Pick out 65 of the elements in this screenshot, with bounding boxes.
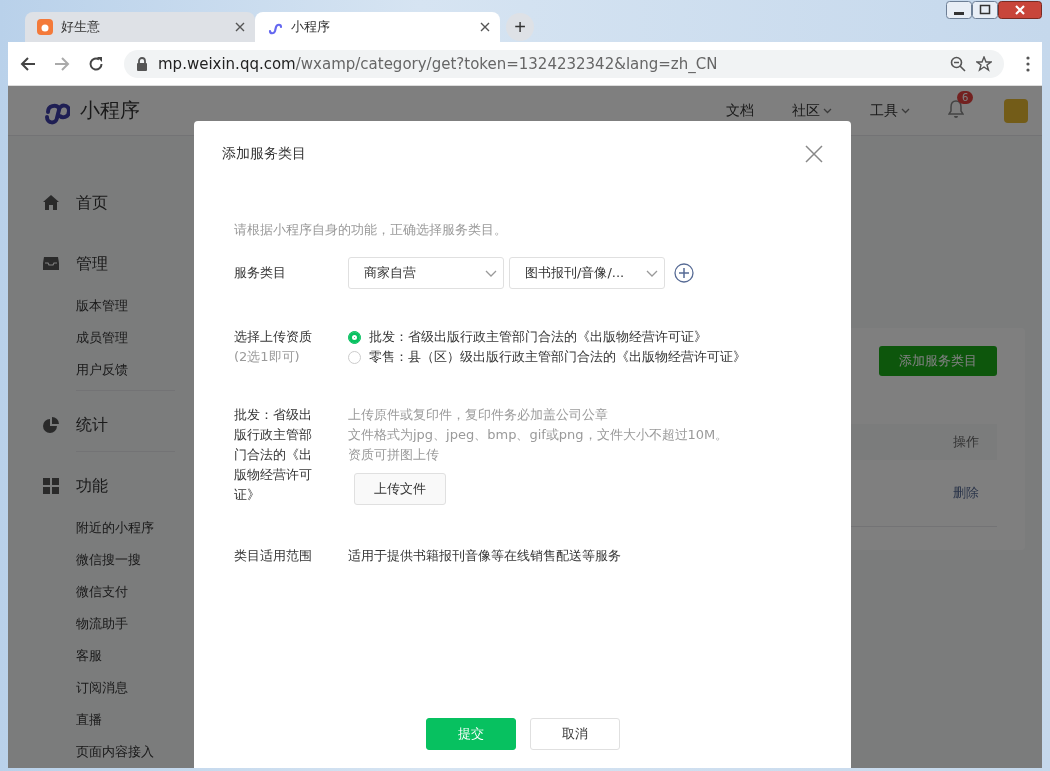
add-icon[interactable] [674, 263, 694, 283]
cancel-button[interactable]: 取消 [529, 718, 620, 750]
logo-text[interactable]: 小程序 [80, 97, 140, 124]
sidebar-item[interactable]: 物流助手 [76, 608, 195, 640]
sidebar-item[interactable]: 订阅消息 [76, 672, 195, 704]
bell-icon[interactable] [948, 99, 964, 118]
sidebar-item[interactable]: 微信支付 [76, 576, 195, 608]
sidebar-section[interactable]: 统计 [76, 414, 108, 436]
radio-label[interactable]: 零售：县（区）级出版行政主管部门合法的《出版物经营许可证》 [369, 347, 746, 367]
reload-icon[interactable] [88, 55, 104, 72]
radio-label[interactable]: 批发：省级出版行政主管部门合法的《出版物经营许可证》 [369, 327, 707, 347]
sidebar-section[interactable]: 功能 [76, 475, 108, 497]
address-field[interactable]: mp.weixin.qq.com/wxamp/category/get?token=1324232342&lang=zh_CN [124, 49, 1004, 78]
nav-link[interactable]: 文档 [726, 101, 754, 120]
close-icon[interactable] [998, 1, 1042, 19]
nav-link[interactable]: 社区 [792, 101, 832, 120]
column-header: 操作 [953, 433, 979, 451]
zoom-out-icon[interactable] [950, 55, 966, 72]
category-dropdown[interactable]: 图书报刊/音像/... [509, 257, 665, 289]
maximize-icon[interactable] [972, 1, 998, 19]
field-label: 服务类目 [234, 264, 287, 282]
sidebar-item[interactable]: 直播 [76, 704, 195, 736]
lock-icon [136, 56, 148, 71]
close-icon[interactable] [235, 22, 245, 32]
star-icon[interactable] [976, 55, 992, 72]
nav-link[interactable]: 工具 [870, 101, 910, 120]
new-tab-button[interactable]: + [506, 13, 534, 41]
category-dropdown[interactable]: 商家自营 [348, 257, 504, 289]
field-label: 批发：省级出版行政主管部门合法的《出版物经营许可证》 [234, 406, 313, 504]
field-label: 选择上传资质 [234, 328, 313, 346]
sidebar-section[interactable]: 管理 [76, 253, 108, 275]
add-category-button[interactable]: 添加服务类目 [879, 346, 997, 376]
app-favicon-icon [37, 19, 53, 35]
sidebar-item[interactable]: 用户反馈 [76, 354, 195, 386]
pie-chart-icon [42, 416, 60, 434]
scope-text: 适用于提供书籍报刊音像等在线销售配送等服务 [348, 547, 622, 565]
submit-button[interactable]: 提交 [425, 718, 516, 750]
hint-text: 文件格式为jpg、jpeg、bmp、gif或png，文件大小不超过10M。 [348, 426, 730, 444]
upload-button[interactable]: 上传文件 [354, 473, 446, 505]
grid-icon [42, 477, 60, 495]
sidebar-section[interactable]: 首页 [76, 192, 108, 214]
intro-text: 请根据小程序自身的功能，正确选择服务类目。 [234, 221, 508, 239]
delete-link[interactable]: 删除 [953, 484, 979, 502]
radio-button[interactable] [348, 330, 361, 344]
url-text: mp.weixin.qq.com/wxamp/category/get?token=1324232342&lang=zh_CN [158, 54, 718, 73]
sidebar-item[interactable]: 版本管理 [76, 290, 195, 322]
field-label: 类目适用范围 [234, 547, 313, 565]
back-icon[interactable] [20, 55, 36, 72]
minimize-icon[interactable] [946, 1, 972, 19]
hint-text: 上传原件或复印件，复印件务必加盖公司公章 [348, 406, 609, 424]
inbox-icon [42, 255, 60, 273]
hint-text: 资质可拼图上传 [348, 446, 440, 464]
browser-tab[interactable]: 小程序 [255, 12, 500, 42]
sidebar-item[interactable]: 客服 [76, 640, 195, 672]
notification-badge: 6 [957, 90, 974, 104]
browser-tab[interactable]: 好生意 [25, 12, 255, 42]
chevron-down-icon [646, 269, 658, 277]
field-hint: (2选1即可) [234, 348, 301, 366]
dialog-title: 添加服务类目 [222, 145, 306, 163]
sidebar-item[interactable]: 成员管理 [76, 322, 195, 354]
sidebar-item[interactable]: 附近的小程序 [76, 512, 195, 544]
close-icon[interactable] [480, 22, 490, 32]
chevron-down-icon [485, 269, 497, 277]
home-icon [42, 194, 60, 212]
menu-icon[interactable] [1026, 55, 1030, 72]
